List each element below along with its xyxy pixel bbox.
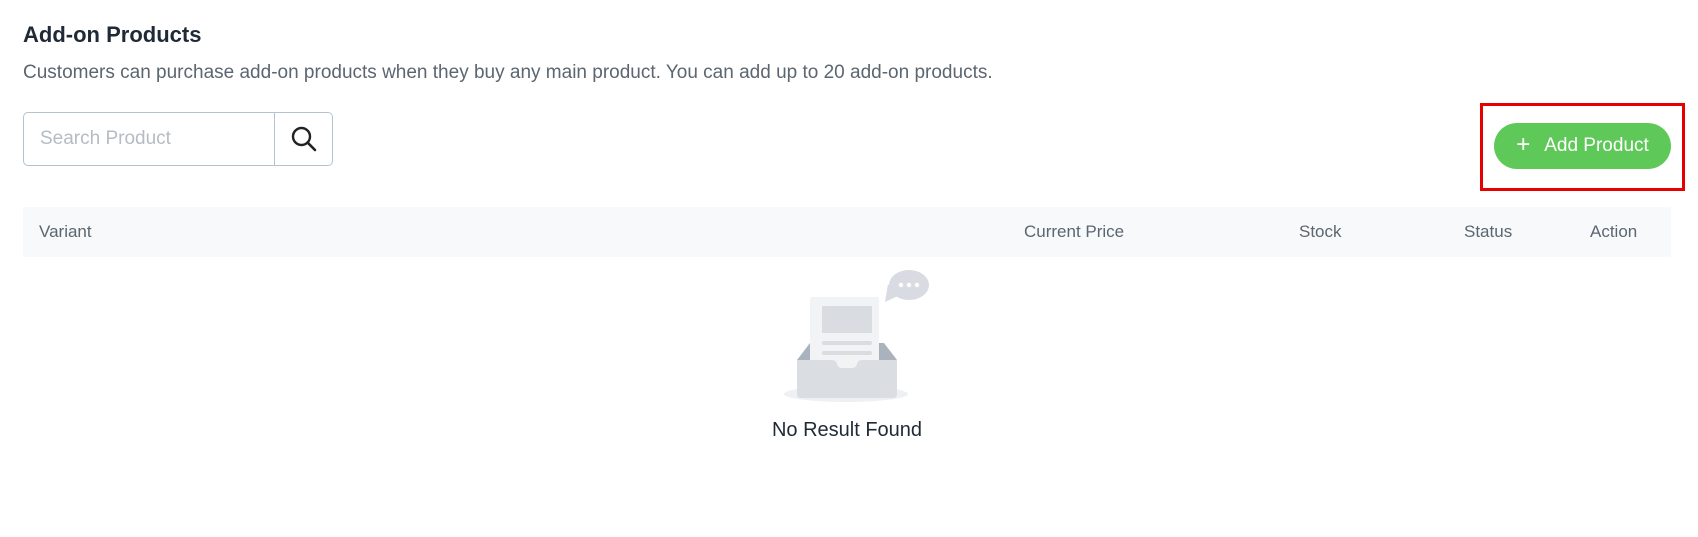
add-product-label: Add Product (1544, 135, 1649, 156)
search-input[interactable] (24, 113, 274, 165)
empty-inbox-icon (780, 266, 940, 416)
add-on-products-page: Add-on Products Customers can purchase a… (0, 0, 1698, 537)
column-header-current-price[interactable]: Current Price (1024, 222, 1124, 242)
add-product-button[interactable]: + Add Product (1494, 123, 1671, 169)
plus-icon: + (1516, 130, 1531, 158)
table-header: Variant Current Price Stock Status Actio… (23, 207, 1671, 257)
column-header-variant[interactable]: Variant (39, 222, 92, 242)
section-description: Customers can purchase add-on products w… (23, 62, 993, 83)
column-header-status: Status (1464, 222, 1513, 241)
section-title: Add-on Products (23, 22, 202, 47)
empty-state-text: No Result Found (771, 419, 923, 441)
search-box (23, 112, 333, 166)
search-button[interactable] (274, 113, 332, 165)
search-icon (291, 126, 316, 152)
column-header-stock[interactable]: Stock (1299, 222, 1342, 242)
column-header-action: Action (1590, 222, 1638, 241)
